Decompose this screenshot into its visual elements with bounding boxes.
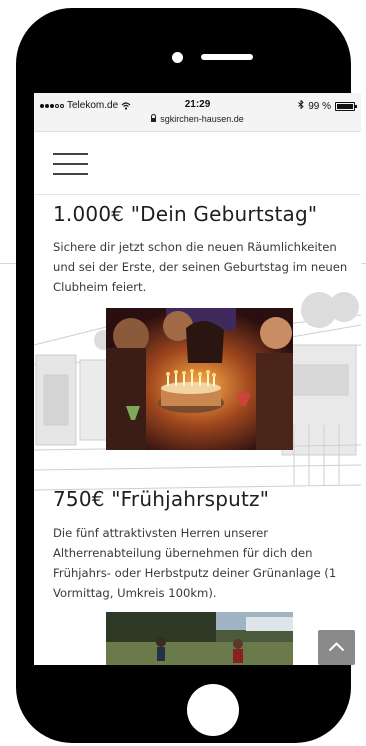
status-bar: Telekom.de 21:29 99 % sgkirchen-hausen.d… [34, 93, 361, 132]
hamburger-menu-icon[interactable] [53, 153, 88, 177]
battery-level-fill [337, 103, 353, 109]
chevron-up-icon [328, 642, 345, 652]
section-text-spring-cleaning: Die fünf attraktivsten Herren unserer Al… [53, 526, 337, 600]
site-header [34, 132, 361, 195]
address-bar[interactable]: sgkirchen-hausen.de [34, 114, 361, 124]
section-title-spring-cleaning: 750€ "Frühjahrsputz" [53, 487, 270, 511]
battery-percent: 99 % [308, 100, 331, 112]
section-title-birthday: 1.000€ "Dein Geburtstag" [53, 202, 318, 226]
scroll-to-top-button[interactable] [318, 630, 355, 665]
front-camera [172, 52, 183, 63]
garden-work-photo [106, 612, 293, 665]
main-content: 1.000€ "Dein Geburtstag" Sichere dir jet… [34, 195, 361, 665]
phone-screen: Telekom.de 21:29 99 % sgkirchen-hausen.d… [34, 93, 361, 665]
status-right: 99 % [298, 99, 357, 112]
birthday-party-photo [106, 308, 293, 450]
lock-icon [151, 114, 157, 122]
battery-icon [335, 101, 357, 111]
address-url: sgkirchen-hausen.de [160, 114, 244, 124]
stage: Telekom.de 21:29 99 % sgkirchen-hausen.d… [0, 0, 366, 746]
home-button[interactable] [187, 684, 239, 736]
earpiece-speaker [201, 54, 253, 60]
bluetooth-icon [298, 99, 304, 112]
section-text-birthday: Sichere dir jetzt schon die neuen Räumli… [53, 240, 348, 294]
